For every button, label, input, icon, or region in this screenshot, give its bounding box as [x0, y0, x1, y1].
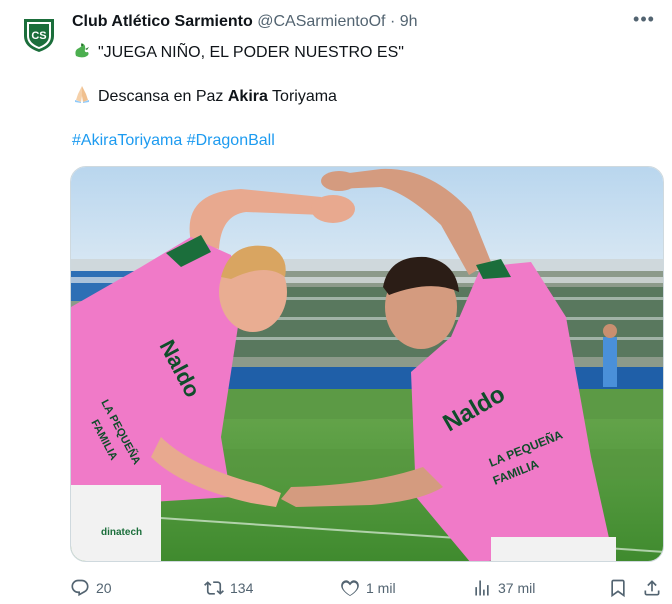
view-count: 37 mil: [498, 580, 536, 596]
repost-button[interactable]: 134: [204, 574, 253, 602]
account-handle[interactable]: @CASarmientoOf: [257, 13, 385, 30]
dragon-emoji-icon: [75, 43, 89, 58]
repost-count: 134: [230, 580, 254, 596]
tweet-text-line-2: Descansa en Paz Akira Toriyama: [72, 84, 337, 107]
more-icon[interactable]: •••: [632, 10, 656, 30]
hashtag-akira-toriyama[interactable]: #AkiraToriyama: [72, 132, 182, 149]
like-button[interactable]: 1 mil: [340, 574, 396, 602]
left-sleeve-sponsor: dinatech: [101, 527, 142, 538]
crest-letters: CS: [31, 30, 46, 42]
hashtag-dragon-ball[interactable]: #DragonBall: [187, 132, 275, 149]
tweet-hashtags: #AkiraToriyama #DragonBall: [72, 131, 275, 151]
reply-icon: [71, 579, 89, 597]
tweet-text-line-1: "JUEGA NIÑO, EL PODER NUESTRO ES": [72, 40, 404, 63]
share-icon: [644, 580, 660, 596]
account-name[interactable]: Club Atlético Sarmiento: [72, 13, 253, 30]
quote-text: "JUEGA NIÑO, EL PODER NUESTRO ES": [98, 44, 404, 61]
praying-hands-emoji-icon: [75, 86, 89, 103]
club-crest-avatar[interactable]: CS: [20, 16, 58, 54]
timestamp[interactable]: 9h: [400, 13, 418, 30]
rip-suffix: Toriyama: [267, 88, 337, 105]
bookmark-icon: [611, 579, 625, 598]
photo-players-celebrating: Naldo LA PEQUEÑA FAMILIA dinatech Naldo …: [71, 167, 663, 561]
views-icon: [475, 580, 489, 596]
like-icon: [341, 580, 359, 596]
tweet-header: Club Atlético Sarmiento @CASarmientoOf ·…: [72, 12, 418, 32]
tweet-photo[interactable]: Naldo LA PEQUEÑA FAMILIA dinatech Naldo …: [70, 166, 664, 562]
rip-prefix: Descansa en Paz: [98, 88, 228, 105]
reply-button[interactable]: 20: [70, 574, 112, 602]
separator-dot: ·: [389, 13, 396, 30]
tweet-action-bar: 20 134 1 mil 37 mil: [0, 574, 672, 602]
views-button[interactable]: 37 mil: [472, 574, 535, 602]
reply-count: 20: [96, 580, 112, 596]
bookmark-button[interactable]: [608, 574, 634, 602]
share-button[interactable]: [642, 574, 668, 602]
like-count: 1 mil: [366, 580, 396, 596]
repost-icon: [204, 581, 224, 595]
rip-bold-name: Akira: [227, 88, 268, 105]
